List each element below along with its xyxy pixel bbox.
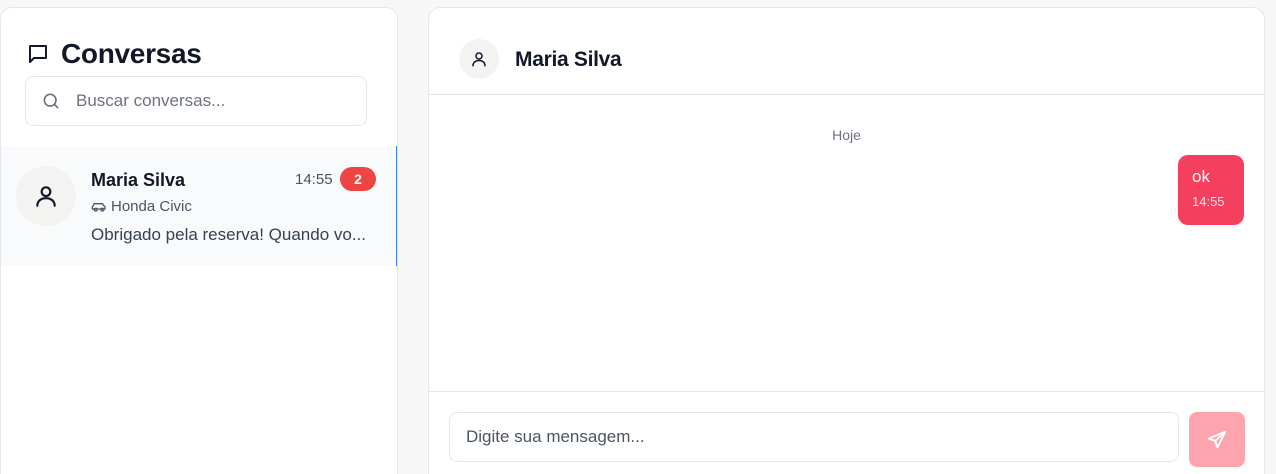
chat-bubble-icon [25, 41, 51, 67]
send-button[interactable] [1189, 412, 1245, 467]
conversation-preview: Obrigado pela reserva! Quando vo... [91, 225, 366, 244]
send-icon [1207, 430, 1227, 448]
conversation-car: Honda Civic [91, 198, 192, 215]
chat-panel: Maria Silva Hoje ok 14:55 [428, 7, 1265, 474]
search-box[interactable] [25, 76, 367, 126]
chat-contact-name: Maria Silva [515, 48, 622, 71]
car-icon [91, 200, 107, 214]
sidebar-title: Conversas [61, 38, 202, 69]
search-icon [40, 90, 62, 112]
conversation-item[interactable]: Maria Silva 14:55 2 Honda Civic Obrigado… [1, 146, 397, 266]
user-icon [36, 186, 56, 207]
outgoing-message: ok 14:55 [1178, 155, 1244, 225]
message-time: 14:55 [1192, 194, 1225, 209]
conversation-name: Maria Silva [91, 170, 186, 190]
message-input[interactable] [449, 412, 1179, 462]
message-text: ok [1192, 167, 1210, 186]
unread-badge: 2 [340, 167, 376, 191]
chat-header: Maria Silva [429, 8, 1264, 95]
user-icon [472, 52, 486, 67]
day-separator: Hoje [832, 127, 861, 143]
search-input[interactable] [76, 91, 346, 111]
app: Conversas Maria Silva 14:55 2 [0, 0, 1276, 474]
conversations-sidebar: Conversas Maria Silva 14:55 2 [0, 7, 398, 474]
avatar [459, 39, 499, 79]
car-model: Honda Civic [111, 198, 192, 215]
message-list[interactable]: Hoje ok 14:55 [429, 95, 1264, 391]
message-composer [429, 391, 1264, 474]
conversation-time: 14:55 [295, 171, 333, 188]
sidebar-header: Conversas [25, 38, 202, 70]
avatar [16, 166, 76, 226]
